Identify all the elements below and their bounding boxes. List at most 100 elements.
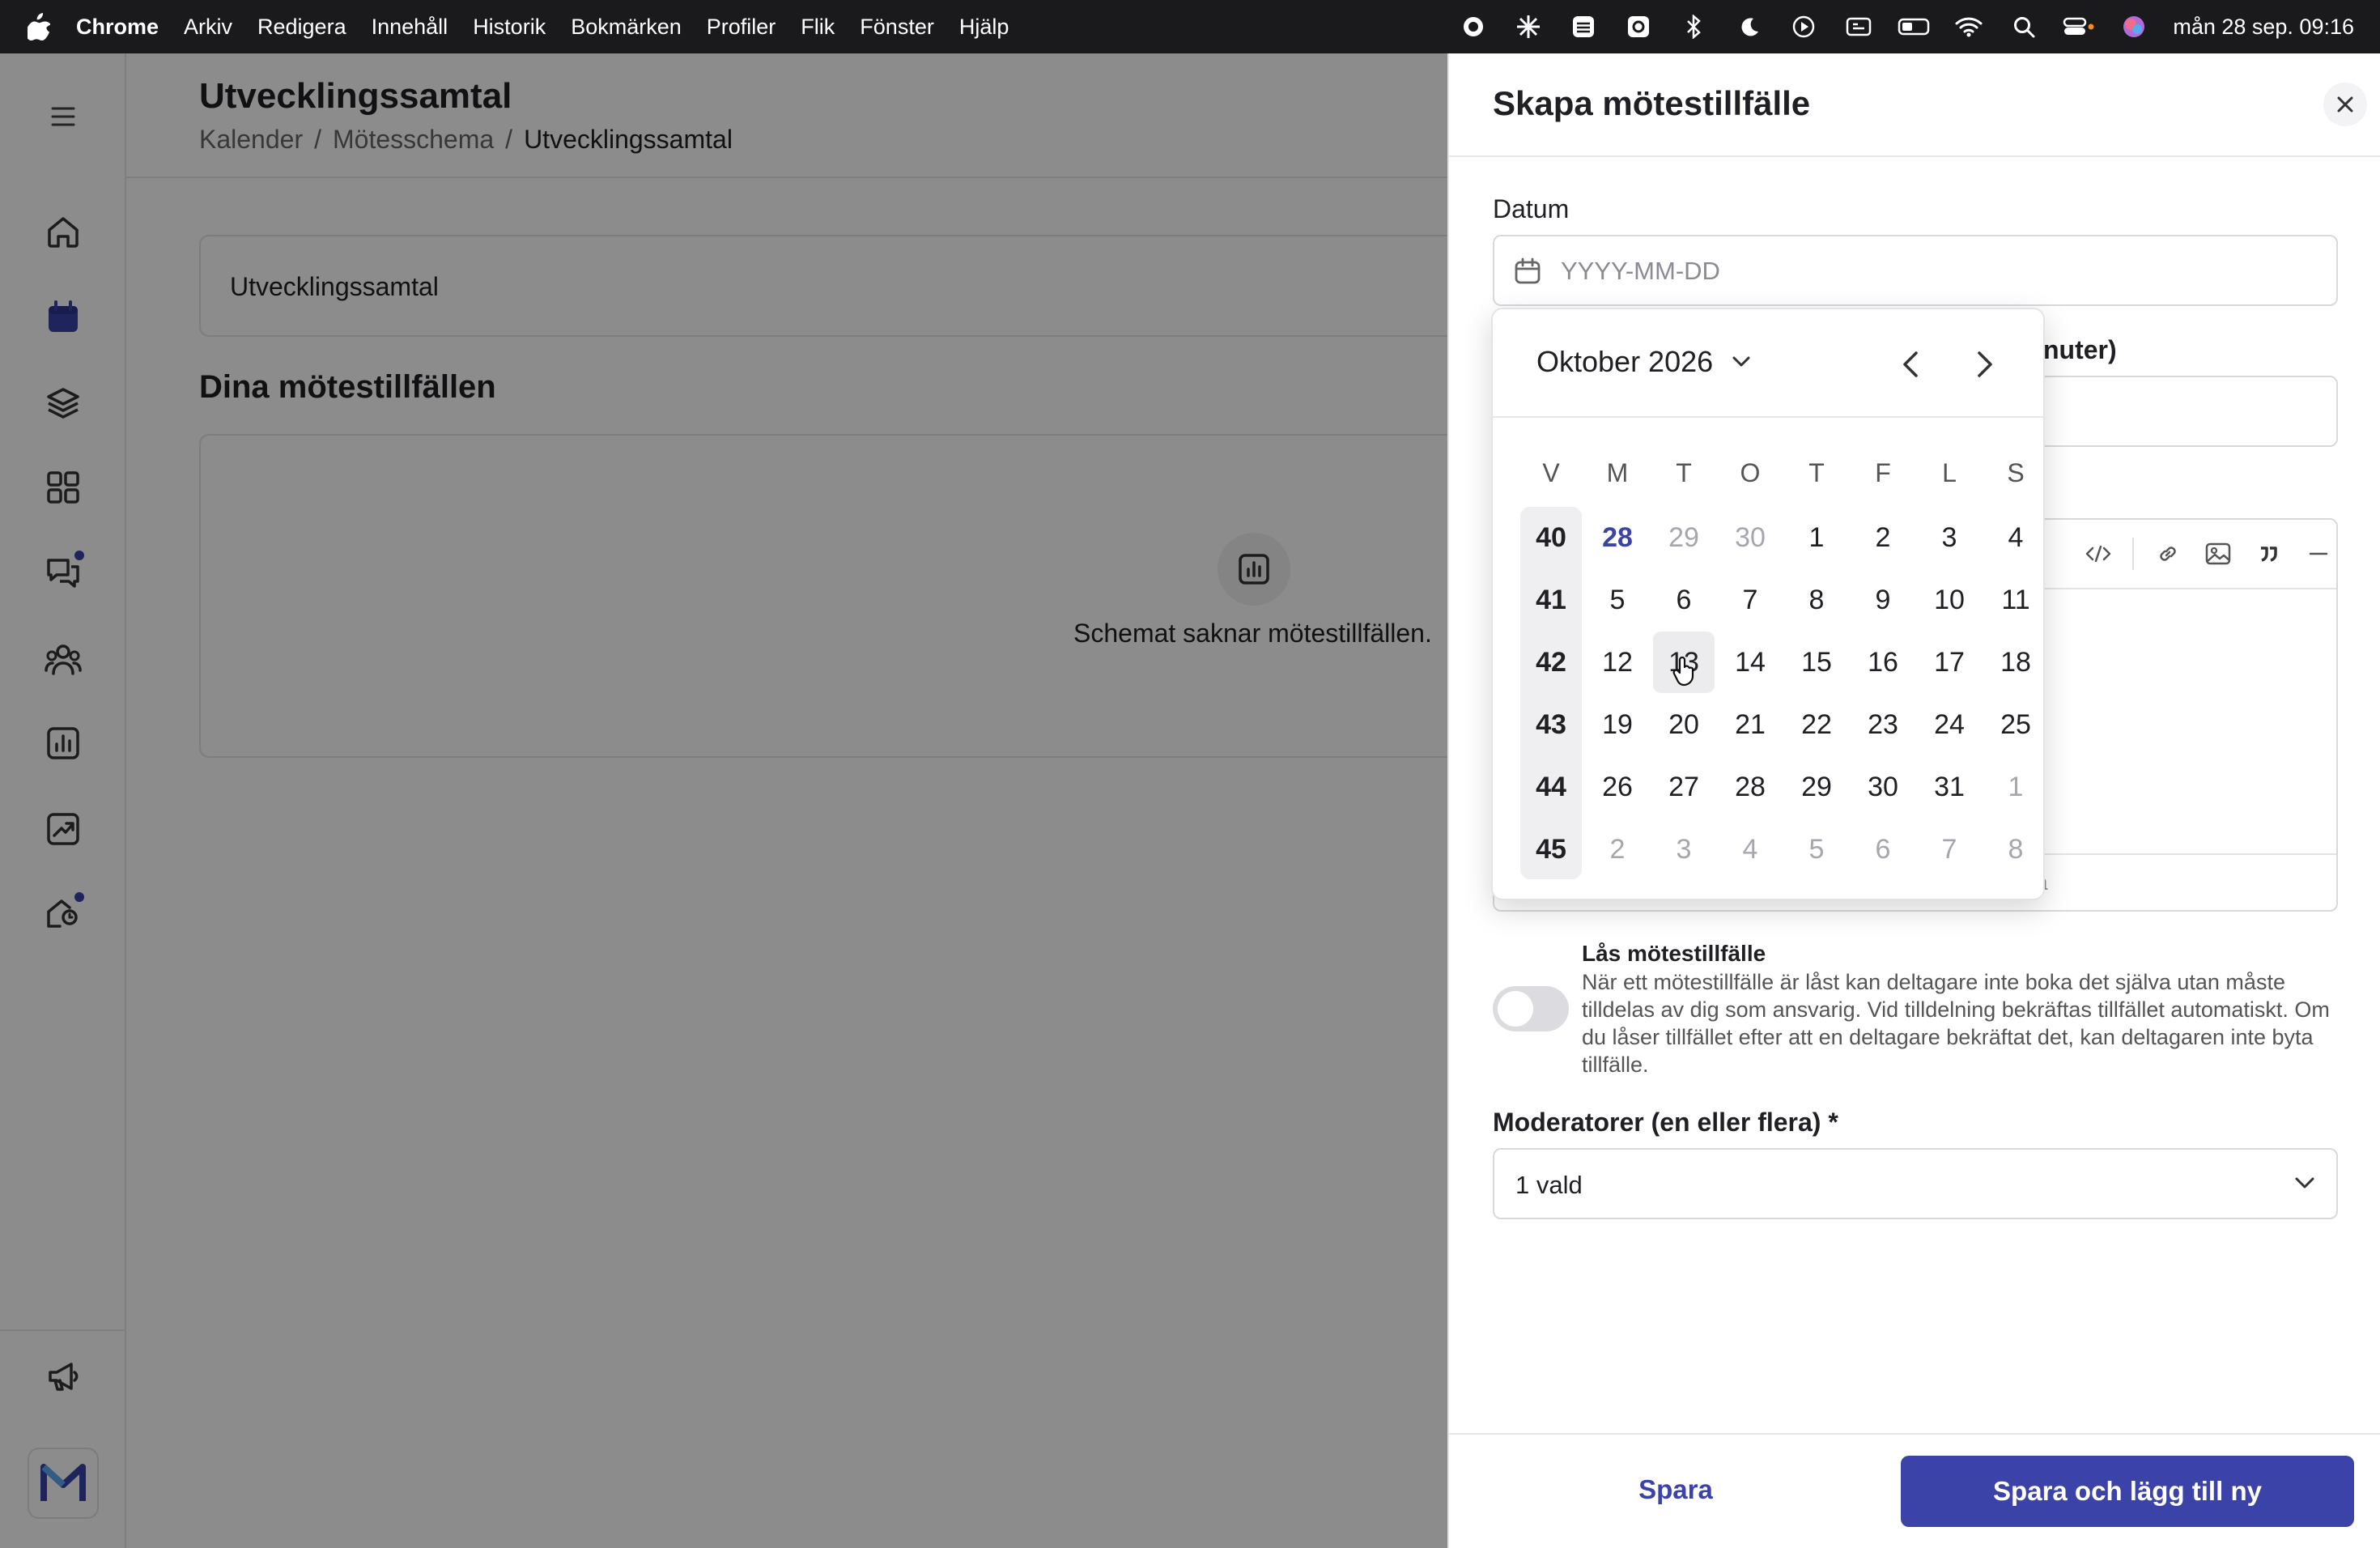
calendar-day[interactable]: 6 — [1653, 569, 1715, 631]
menu-bokmarken[interactable]: Bokmärken — [571, 15, 682, 40]
duration-label: nuter) — [2043, 335, 2117, 364]
calendar-day[interactable]: 1 — [1985, 756, 2046, 818]
record-icon[interactable] — [1457, 13, 1490, 40]
menubar-clock[interactable]: mån 28 sep. 09:16 — [2173, 15, 2354, 40]
weekday-header: T — [1676, 458, 1692, 487]
calendar-day[interactable]: 24 — [1919, 694, 1980, 755]
weekday-header: F — [1875, 458, 1891, 487]
battery-icon[interactable] — [1898, 13, 1930, 40]
calendar-day[interactable]: 19 — [1587, 694, 1648, 755]
lock-session-description: När ett mötestillfälle är låst kan delta… — [1582, 970, 2330, 1077]
calendar-day[interactable]: 25 — [1985, 694, 2046, 755]
search-icon[interactable] — [2008, 13, 2040, 40]
calendar-day[interactable]: 29 — [1653, 507, 1715, 568]
calendar-day[interactable]: 7 — [1719, 569, 1781, 631]
calendar-day[interactable]: 30 — [1719, 507, 1781, 568]
weekday-header: O — [1740, 458, 1761, 487]
date-field[interactable] — [1493, 235, 2338, 306]
calendar-day[interactable]: 20 — [1653, 694, 1715, 755]
moderators-label: Moderatorer (en eller flera) * — [1493, 1108, 1838, 1137]
link-icon[interactable] — [2152, 538, 2184, 570]
calendar-day[interactable]: 8 — [1985, 819, 2046, 880]
calendar-day[interactable]: 16 — [1852, 632, 1914, 693]
code-icon[interactable] — [2082, 538, 2114, 570]
month-selector[interactable]: Oktober 2026 — [1536, 345, 1750, 379]
calendar-day[interactable]: 21 — [1719, 694, 1781, 755]
calendar-day[interactable]: 31 — [1919, 756, 1980, 818]
week-number: 41 — [1536, 584, 1566, 615]
menu-profiler[interactable]: Profiler — [707, 15, 776, 40]
menu-arkiv[interactable]: Arkiv — [184, 15, 232, 40]
menu-historik[interactable]: Historik — [473, 15, 546, 40]
sparkle-icon[interactable] — [1512, 13, 1545, 40]
calendar-day[interactable]: 7 — [1919, 819, 1980, 880]
gear-badge-icon[interactable] — [1622, 13, 1655, 40]
save-and-add-new-button[interactable]: Spara och lägg till ny — [1901, 1456, 2354, 1527]
play-icon[interactable] — [1787, 13, 1820, 40]
moon-icon[interactable] — [1732, 13, 1765, 40]
calendar-day[interactable]: 3 — [1919, 507, 1980, 568]
calendar-day[interactable]: 9 — [1852, 569, 1914, 631]
control-center-icon[interactable] — [2063, 13, 2095, 40]
image-icon[interactable] — [2202, 538, 2234, 570]
menu-flik[interactable]: Flik — [801, 15, 835, 40]
calendar-day[interactable]: 8 — [1786, 569, 1847, 631]
calendar-day[interactable]: 3 — [1653, 819, 1715, 880]
display-icon[interactable] — [1842, 13, 1875, 40]
calendar-day[interactable]: 5 — [1587, 569, 1648, 631]
close-button[interactable] — [2323, 83, 2367, 126]
calendar-day[interactable]: 17 — [1919, 632, 1980, 693]
calendar-day[interactable]: 2 — [1852, 507, 1914, 568]
calendar-day[interactable]: 30 — [1852, 756, 1914, 818]
calendar-day[interactable]: 4 — [1719, 819, 1781, 880]
menu-innehall[interactable]: Innehåll — [372, 15, 448, 40]
weekday-header: L — [1942, 458, 1957, 487]
week-number: 43 — [1536, 708, 1566, 740]
quote-icon[interactable] — [2252, 538, 2284, 570]
weekday-header: V — [1542, 458, 1560, 487]
calendar-day[interactable]: 26 — [1587, 756, 1648, 818]
chevron-down-icon — [2295, 1177, 2314, 1189]
week-number: 44 — [1536, 771, 1566, 802]
modal-overlay[interactable] — [0, 53, 1447, 1548]
calendar-day[interactable]: 2 — [1587, 819, 1648, 880]
calendar-day[interactable]: 5 — [1786, 819, 1847, 880]
bluetooth-icon[interactable] — [1677, 13, 1710, 40]
menu-redigera[interactable]: Redigera — [257, 15, 346, 40]
menu-app-name[interactable]: Chrome — [76, 15, 159, 40]
calendar-day[interactable]: 27 — [1653, 756, 1715, 818]
datepicker-header-divider — [1493, 416, 2043, 418]
apple-icon[interactable] — [28, 13, 50, 40]
calendar-day[interactable]: 23 — [1852, 694, 1914, 755]
calendar-day[interactable]: 12 — [1587, 632, 1648, 693]
lock-session-toggle[interactable] — [1493, 986, 1569, 1031]
calendar-day[interactable]: 29 — [1786, 756, 1847, 818]
toggle-knob — [1498, 991, 1533, 1027]
wifi-icon[interactable] — [1953, 13, 1985, 40]
date-label: Datum — [1493, 194, 1570, 223]
calendar-day[interactable]: 15 — [1786, 632, 1847, 693]
calendar-day[interactable]: 6 — [1852, 819, 1914, 880]
menu-fonster[interactable]: Fönster — [860, 15, 934, 40]
calendar-day[interactable]: 11 — [1985, 569, 2046, 631]
calendar-day[interactable]: 28 — [1719, 756, 1781, 818]
next-month-button[interactable] — [1962, 342, 2008, 387]
siri-icon[interactable] — [2118, 13, 2150, 40]
drawer-footer-divider — [1449, 1433, 2380, 1435]
calendar-day[interactable]: 28 — [1587, 507, 1648, 568]
calendar-day[interactable]: 4 — [1985, 507, 2046, 568]
week-number: 40 — [1536, 521, 1566, 553]
save-button[interactable]: Spara — [1579, 1454, 1773, 1525]
date-input[interactable] — [1561, 253, 2289, 290]
calendar-day[interactable]: 1 — [1786, 507, 1847, 568]
prev-month-button[interactable] — [1888, 342, 1933, 387]
calendar-day[interactable]: 18 — [1985, 632, 2046, 693]
horizontal-rule-icon[interactable] — [2302, 538, 2335, 570]
calendar-day[interactable]: 22 — [1786, 694, 1847, 755]
month-label: Oktober 2026 — [1536, 345, 1714, 378]
stack-icon[interactable] — [1567, 13, 1600, 40]
calendar-day[interactable]: 10 — [1919, 569, 1980, 631]
menu-hjalp[interactable]: Hjälp — [959, 15, 1009, 40]
calendar-day[interactable]: 14 — [1719, 632, 1781, 693]
moderators-select[interactable]: 1 vald — [1493, 1148, 2338, 1219]
